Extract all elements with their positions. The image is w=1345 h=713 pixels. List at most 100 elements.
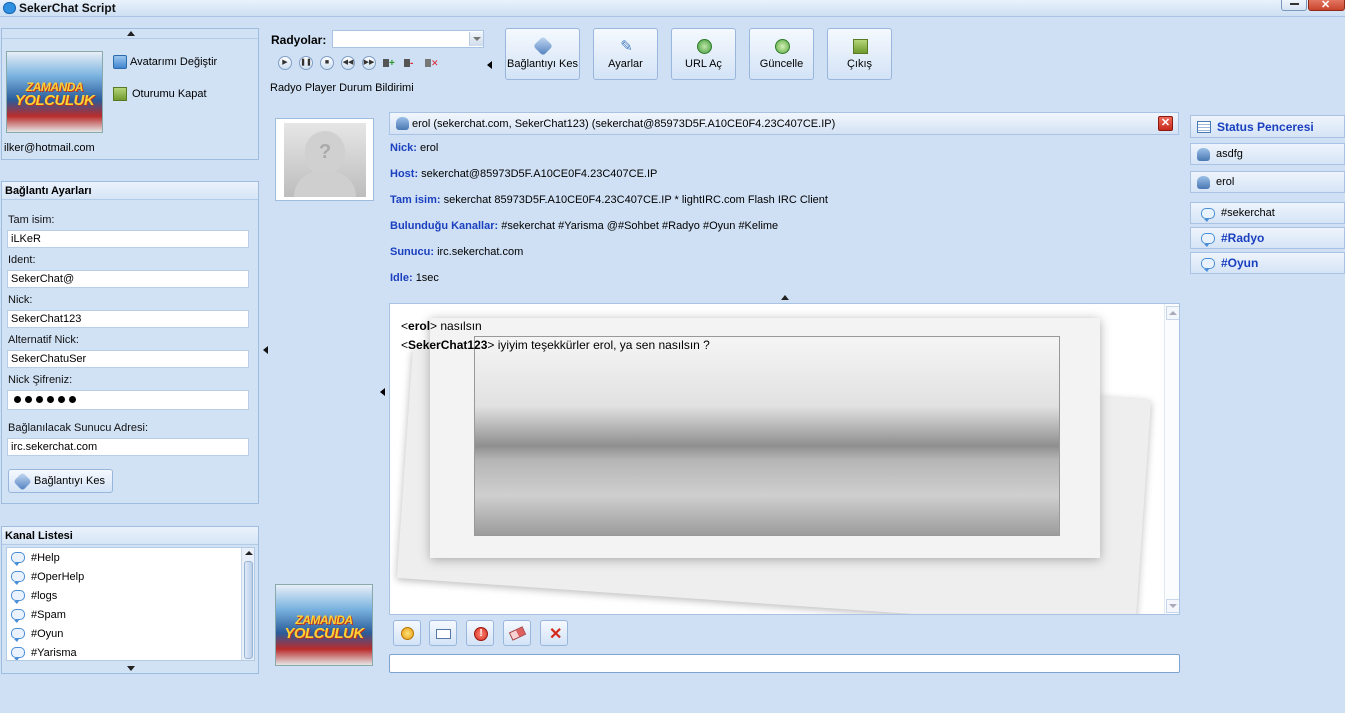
user-avatar-placeholder: ?: [275, 118, 374, 201]
exit-label: Çıkış: [846, 58, 873, 70]
whois-nick: Nick: erol: [390, 142, 439, 154]
radio-status: Radyo Player Durum Bildirimi: [270, 82, 414, 94]
toolbar-collapse-icon[interactable]: [487, 61, 492, 69]
channel-list-item-label: #Oyun: [31, 627, 64, 640]
channel-list-item[interactable]: #OperHelp: [7, 567, 254, 586]
volume-up-icon[interactable]: +: [383, 56, 397, 70]
altnick-label: Alternatif Nick:: [8, 334, 79, 346]
volume-down-icon[interactable]: -: [404, 56, 418, 70]
status-window-item[interactable]: Status Penceresi: [1190, 115, 1345, 138]
close-icon: ✕: [1321, 0, 1331, 11]
connection-settings-header: Bağlantı Ayarları: [2, 182, 258, 200]
alert-button[interactable]: !: [466, 620, 494, 646]
logout-button[interactable]: Oturumu Kapat: [113, 85, 253, 103]
update-button[interactable]: Güncelle: [749, 28, 814, 80]
exit-button[interactable]: Çıkış: [827, 28, 892, 80]
radio-label: Radyolar:: [271, 33, 327, 47]
ident-input[interactable]: SekerChat@: [7, 270, 249, 288]
change-avatar-button[interactable]: Avatarımı Değiştir: [113, 53, 253, 71]
chat-bubble-icon: [11, 628, 25, 642]
channel-list-item-label: #Help: [31, 551, 60, 564]
chat-bubble-icon: [1201, 207, 1215, 222]
collapse-up-icon[interactable]: [127, 31, 135, 36]
nick-input[interactable]: SekerChat123: [7, 310, 249, 328]
user-item-label: asdfg: [1216, 148, 1243, 160]
stop-icon[interactable]: ■: [320, 56, 334, 70]
rewind-icon[interactable]: ◀◀: [341, 56, 355, 70]
my-avatar[interactable]: ZAMANDA YOLCULUK: [275, 584, 373, 666]
channel-list-item[interactable]: #Oyun: [7, 624, 254, 643]
settings-label: Ayarlar: [608, 58, 643, 70]
change-avatar-label: Avatarımı Değiştir: [130, 56, 218, 68]
channel-list-header: Kanal Listesi: [2, 527, 258, 545]
message-area[interactable]: <erol> nasılsın <SekerChat123> iyiyim te…: [389, 303, 1180, 615]
scroll-thumb[interactable]: [244, 561, 253, 659]
server-label: Bağlanılacak Sunucu Adresi:: [8, 422, 149, 434]
close-tab-button[interactable]: ✕: [540, 620, 568, 646]
altnick-input[interactable]: SekerChatuSer: [7, 350, 249, 368]
scroll-down-icon[interactable]: [127, 666, 135, 671]
channel-item-oyun[interactable]: #Oyun: [1190, 252, 1345, 274]
channel-list-item[interactable]: #Spam: [7, 605, 254, 624]
fullname-label: Tam isim:: [8, 214, 55, 226]
channel-item-label: #Radyo: [1221, 231, 1265, 245]
whois-channels: Bulunduğu Kanallar: #sekerchat #Yarisma …: [390, 220, 779, 232]
user-icon: [1197, 175, 1210, 189]
close-whois-button[interactable]: ✕: [1158, 116, 1173, 131]
server-input[interactable]: irc.sekerchat.com: [7, 438, 249, 456]
plug-icon: [533, 36, 553, 56]
nick-label: Nick:: [8, 294, 33, 306]
password-label: Nick Şifreniz:: [8, 374, 73, 386]
collapse-left-icon-2[interactable]: [380, 388, 385, 396]
channel-item-sekerchat[interactable]: #sekerchat: [1190, 202, 1345, 224]
table-icon: [1197, 120, 1211, 133]
app-icon: [3, 2, 16, 14]
user-item-asdfg[interactable]: asdfg: [1190, 143, 1345, 165]
pause-icon[interactable]: ❚❚: [299, 56, 313, 70]
radio-select[interactable]: [332, 30, 484, 48]
channel-list-scrollbar[interactable]: [241, 548, 254, 660]
scroll-up-icon[interactable]: [245, 551, 253, 555]
profile-card-button[interactable]: [429, 620, 457, 646]
channel-list-item-label: #logs: [31, 589, 58, 602]
channel-list-item-label: #Spam: [31, 608, 66, 621]
smiley-icon: [401, 627, 414, 640]
clear-button[interactable]: [503, 620, 531, 646]
emoji-button[interactable]: [393, 620, 421, 646]
chat-bubble-icon: [11, 571, 25, 585]
avatar[interactable]: ZAMANDA YOLCULUK: [6, 51, 103, 133]
scroll-down-icon[interactable]: [1166, 599, 1179, 613]
scroll-up-icon[interactable]: [1166, 306, 1179, 320]
minimize-button[interactable]: [1281, 0, 1307, 11]
chevron-down-icon: [469, 32, 483, 46]
channel-list-item[interactable]: #Yarisma: [7, 643, 254, 660]
collapse-left-icon[interactable]: [263, 346, 268, 354]
collapse-up-icon-2[interactable]: [781, 295, 789, 300]
user-item-erol[interactable]: erol: [1190, 171, 1345, 193]
password-input[interactable]: [7, 390, 249, 410]
whois-header: erol (sekerchat.com, SekerChat123) (seke…: [389, 112, 1179, 135]
whois-fullname: Tam isim: sekerchat 85973D5F.A10CE0F4.23…: [390, 194, 828, 206]
open-url-button[interactable]: URL Aç: [671, 28, 736, 80]
title-bar: [0, 0, 1345, 17]
channel-list-item-label: #OperHelp: [31, 570, 85, 583]
message-scrollbar[interactable]: [1164, 304, 1179, 614]
warning-icon: !: [474, 627, 488, 641]
forward-icon[interactable]: ▶▶: [362, 56, 376, 70]
channel-item-radyo[interactable]: #Radyo: [1190, 227, 1345, 249]
toolbar-disconnect-label: Bağlantıyı Kes: [507, 58, 578, 70]
user-email: ilker@hotmail.com: [4, 142, 95, 154]
toolbar-disconnect-button[interactable]: Bağlantıyı Kes: [505, 28, 580, 80]
play-icon[interactable]: ▶: [278, 56, 292, 70]
message-input[interactable]: [389, 654, 1180, 673]
disconnect-button[interactable]: Bağlantıyı Kes: [8, 469, 113, 493]
poster-title-2: YOLCULUK: [14, 92, 95, 109]
channel-list-item[interactable]: #Help: [7, 548, 254, 567]
globe-icon: [697, 39, 712, 54]
channel-list-item[interactable]: #logs: [7, 586, 254, 605]
settings-button[interactable]: ✎ Ayarlar: [593, 28, 658, 80]
user-icon: [1197, 147, 1210, 161]
fullname-input[interactable]: iLKeR: [7, 230, 249, 248]
mute-icon[interactable]: ✕: [425, 56, 439, 70]
update-label: Güncelle: [759, 58, 804, 70]
